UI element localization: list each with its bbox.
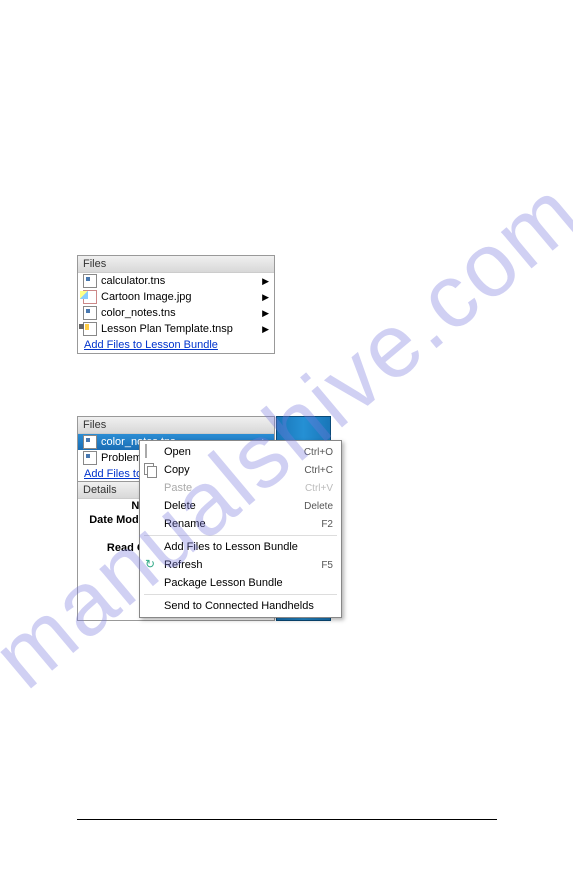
refresh-icon bbox=[142, 558, 160, 572]
menu-item-refresh[interactable]: Refresh F5 bbox=[140, 556, 341, 574]
file-name: calculator.tns bbox=[101, 275, 165, 287]
menu-shortcut: Ctrl+O bbox=[304, 447, 333, 458]
menu-item-copy[interactable]: Copy Ctrl+C bbox=[140, 461, 341, 479]
menu-item-paste: Paste Ctrl+V bbox=[140, 479, 341, 497]
jpg-file-icon bbox=[83, 290, 97, 304]
blank-icon bbox=[142, 576, 160, 590]
tns-file-icon bbox=[83, 306, 97, 320]
tns-file-icon bbox=[83, 451, 97, 465]
arrow-right-icon: ▶ bbox=[262, 324, 269, 335]
file-row[interactable]: calculator.tns ▶ bbox=[78, 273, 274, 289]
footer-divider bbox=[77, 819, 497, 820]
blank-icon bbox=[142, 599, 160, 613]
menu-item-rename[interactable]: Rename F2 bbox=[140, 515, 341, 533]
menu-shortcut: F5 bbox=[321, 560, 333, 571]
tns-file-icon bbox=[83, 435, 97, 449]
file-name: Cartoon Image.jpg bbox=[101, 291, 192, 303]
file-name: color_notes.tns bbox=[101, 307, 176, 319]
blank-icon bbox=[142, 499, 160, 513]
files-panel-2-header: Files bbox=[78, 417, 274, 434]
files-panel-1: Files calculator.tns ▶ Cartoon Image.jpg… bbox=[77, 255, 275, 354]
arrow-right-icon: ▶ bbox=[262, 308, 269, 319]
menu-label: Send to Connected Handhelds bbox=[164, 600, 333, 612]
menu-separator bbox=[144, 535, 337, 536]
menu-shortcut: Ctrl+C bbox=[304, 465, 333, 476]
menu-item-open[interactable]: Open Ctrl+O bbox=[140, 443, 341, 461]
file-row[interactable]: Cartoon Image.jpg ▶ bbox=[78, 289, 274, 305]
menu-item-send-handhelds[interactable]: Send to Connected Handhelds bbox=[140, 597, 341, 615]
menu-item-delete[interactable]: Delete Delete bbox=[140, 497, 341, 515]
tns-file-icon bbox=[83, 274, 97, 288]
menu-label: Add Files to Lesson Bundle bbox=[164, 541, 333, 553]
menu-label: Delete bbox=[164, 500, 304, 512]
menu-label: Rename bbox=[164, 518, 321, 530]
menu-item-package[interactable]: Package Lesson Bundle bbox=[140, 574, 341, 592]
menu-label: Package Lesson Bundle bbox=[164, 577, 333, 589]
menu-shortcut: Delete bbox=[304, 501, 333, 512]
blank-icon bbox=[142, 540, 160, 554]
menu-shortcut: Ctrl+V bbox=[305, 483, 333, 494]
file-row[interactable]: color_notes.tns ▶ bbox=[78, 305, 274, 321]
menu-shortcut: F2 bbox=[321, 519, 333, 530]
blank-icon bbox=[142, 517, 160, 531]
menu-separator bbox=[144, 594, 337, 595]
arrow-right-icon: ▶ bbox=[262, 276, 269, 287]
tnsp-file-icon bbox=[83, 322, 97, 336]
menu-label: Refresh bbox=[164, 559, 321, 571]
context-menu: Open Ctrl+O Copy Ctrl+C Paste Ctrl+V Del… bbox=[139, 440, 342, 618]
file-row[interactable]: Lesson Plan Template.tnsp ▶ bbox=[78, 321, 274, 337]
files-panel-1-header: Files bbox=[78, 256, 274, 273]
menu-label: Copy bbox=[164, 464, 304, 476]
menu-item-add-files[interactable]: Add Files to Lesson Bundle bbox=[140, 538, 341, 556]
add-files-link[interactable]: Add Files to Lesson Bundle bbox=[84, 339, 218, 351]
paste-icon bbox=[142, 481, 160, 495]
copy-icon bbox=[142, 463, 160, 477]
file-name: Lesson Plan Template.tnsp bbox=[101, 323, 233, 335]
add-files-link-row: Add Files to Lesson Bundle bbox=[78, 337, 274, 353]
open-icon bbox=[142, 445, 160, 459]
menu-label: Open bbox=[164, 446, 304, 458]
menu-label: Paste bbox=[164, 482, 305, 494]
arrow-right-icon: ▶ bbox=[262, 292, 269, 303]
